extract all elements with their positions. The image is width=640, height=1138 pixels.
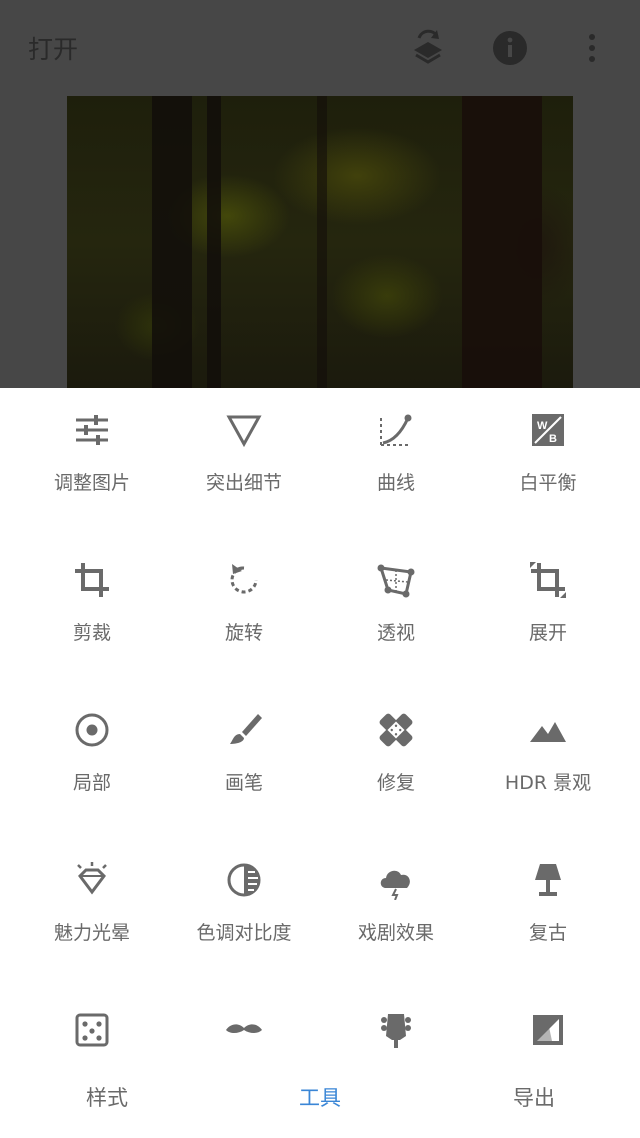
tab-styles[interactable]: 样式 (57, 1082, 157, 1112)
tool-item[interactable]: 透视 (320, 538, 472, 688)
tool-label: 调整图片 (53, 472, 130, 494)
tool-label: 突出细节 (205, 472, 282, 494)
tools-grid: 调整图片 突出细节 曲线 W B 白平衡剪裁 旋转 透视 展开局部 画笔 修复 HDR 景观魅力光晕 色… (0, 388, 640, 1060)
svg-text:B: B (549, 433, 557, 445)
mustache-icon (224, 1010, 264, 1050)
tool-label: HDR 景观 (504, 772, 592, 794)
tab-tools[interactable]: 工具 (270, 1082, 370, 1112)
photo-preview (67, 96, 573, 388)
bottom-nav: 样式 工具 导出 (0, 1060, 640, 1138)
grainy-film-dice-icon (72, 1010, 112, 1050)
diamond-glow-icon (72, 860, 112, 900)
tool-label: 白平衡 (519, 472, 577, 494)
tool-item[interactable]: 画笔 (168, 688, 320, 838)
tool-item[interactable]: 魅力光晕 (16, 838, 168, 988)
photo-preview-area (0, 96, 640, 388)
crop-icon (72, 560, 112, 600)
tab-export[interactable]: 导出 (484, 1082, 584, 1112)
tool-item[interactable]: 修复 (320, 688, 472, 838)
mountains-icon (528, 710, 568, 750)
tool-item[interactable] (320, 988, 472, 1060)
tool-item[interactable]: W B 白平衡 (472, 388, 624, 538)
drama-cloud-icon (376, 860, 416, 900)
tool-item[interactable]: HDR 景观 (472, 688, 624, 838)
tool-label: 戏剧效果 (357, 922, 434, 944)
tool-item[interactable]: 展开 (472, 538, 624, 688)
healing-bandage-icon (376, 710, 416, 750)
tool-label: 魅力光晕 (53, 922, 130, 944)
triangle-details-icon (224, 410, 264, 450)
more-vert-icon[interactable] (572, 28, 612, 68)
perspective-icon (376, 560, 416, 600)
tool-item[interactable] (16, 988, 168, 1060)
tool-label: 透视 (376, 622, 415, 644)
tune-sliders-icon (72, 410, 112, 450)
open-button[interactable]: 打开 (28, 30, 78, 66)
svg-text:W: W (537, 420, 548, 432)
curves-icon (376, 410, 416, 450)
info-icon[interactable] (490, 28, 530, 68)
tonal-contrast-icon (224, 860, 264, 900)
tool-label: 画笔 (224, 772, 263, 794)
tools-panel: 调整图片 突出细节 曲线 W B 白平衡剪裁 旋转 透视 展开局部 画笔 修复 HDR 景观魅力光晕 色… (0, 388, 640, 1060)
tool-item[interactable] (472, 988, 624, 1060)
expand-icon (528, 560, 568, 600)
tool-label: 剪裁 (72, 622, 111, 644)
vintage-lamp-icon (528, 860, 568, 900)
tool-item[interactable]: 剪裁 (16, 538, 168, 688)
tool-item[interactable]: 旋转 (168, 538, 320, 688)
tool-label: 局部 (72, 772, 111, 794)
tool-label: 复古 (528, 922, 567, 944)
tool-item[interactable]: 复古 (472, 838, 624, 988)
tool-item[interactable]: 突出细节 (168, 388, 320, 538)
brush-icon (224, 710, 264, 750)
tool-label: 色调对比度 (196, 922, 292, 944)
tool-item[interactable]: 调整图片 (16, 388, 168, 538)
tool-label: 展开 (528, 622, 567, 644)
layers-undo-icon[interactable] (408, 28, 448, 68)
top-app-bar: 打开 (0, 0, 640, 96)
guitar-head-icon (376, 1010, 416, 1050)
tool-item[interactable]: 色调对比度 (168, 838, 320, 988)
tool-item[interactable] (168, 988, 320, 1060)
tool-label: 旋转 (224, 622, 263, 644)
tool-item[interactable]: 曲线 (320, 388, 472, 538)
tonal-frame-icon (528, 1010, 568, 1050)
tool-label: 曲线 (376, 472, 415, 494)
tool-item[interactable]: 局部 (16, 688, 168, 838)
tool-item[interactable]: 戏剧效果 (320, 838, 472, 988)
tool-label: 修复 (376, 772, 415, 794)
selective-target-icon (72, 710, 112, 750)
white-balance-icon: WB (528, 410, 568, 450)
rotate-icon (224, 560, 264, 600)
